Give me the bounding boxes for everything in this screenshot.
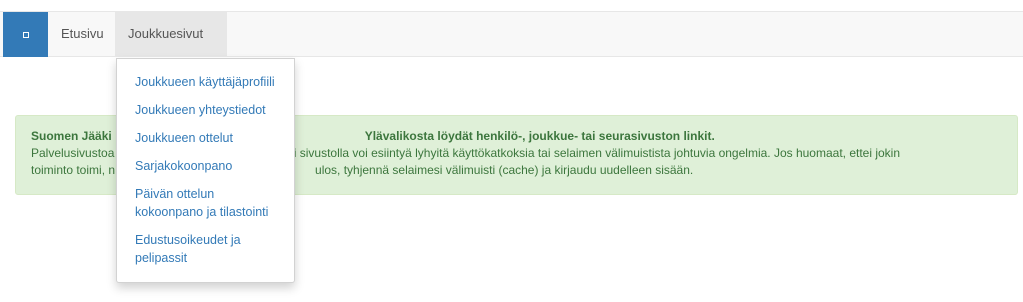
nav-home-label: Etusivu bbox=[61, 26, 104, 41]
menu-item-team-contacts[interactable]: Joukkueen yhteystiedot bbox=[117, 97, 294, 125]
alert-line2-start: Palvelusivustoa bbox=[31, 146, 115, 160]
top-strip bbox=[0, 0, 1023, 11]
nav-team-label: Joukkuesivut bbox=[128, 26, 204, 41]
menu-item-representation-rights[interactable]: Edustusoikeudet ja pelipassit bbox=[117, 227, 294, 273]
alert-title-end: Ylävalikosta löydät henkilö-, joukkue- t… bbox=[364, 129, 715, 143]
menu-item-team-profile[interactable]: Joukkueen käyttäjäprofiili bbox=[117, 69, 294, 97]
alert-title-start: Suomen Jääki bbox=[31, 129, 112, 143]
alert-line2-end: uoksi sivustolla voi esiintyä lyhyitä kä… bbox=[268, 146, 901, 160]
alert-line3-end: ulos, tyhjennä selaimesi välimuisti (cac… bbox=[315, 163, 694, 177]
navbar: Etusivu Joukkuesivut bbox=[0, 11, 1023, 81]
alert-line3-start: toiminto toimi, n bbox=[31, 163, 116, 177]
menu-item-match-lineup-stats[interactable]: Päivän ottelun kokoonpano ja tilastointi bbox=[117, 181, 294, 227]
team-pages-menu: Joukkueen käyttäjäprofiili Joukkueen yht… bbox=[116, 58, 295, 283]
menu-item-team-matches[interactable]: Joukkueen ottelut bbox=[117, 125, 294, 153]
menu-item-league-roster[interactable]: Sarjakokoonpano bbox=[117, 153, 294, 181]
page: Etusivu Joukkuesivut Suomen Jääki Ylävali… bbox=[0, 0, 1023, 302]
square-icon bbox=[22, 31, 29, 38]
brand-button[interactable] bbox=[3, 12, 48, 57]
nav-team-pages-dropdown[interactable]: Joukkuesivut bbox=[115, 12, 227, 81]
nav-home-link[interactable]: Etusivu bbox=[48, 12, 117, 56]
